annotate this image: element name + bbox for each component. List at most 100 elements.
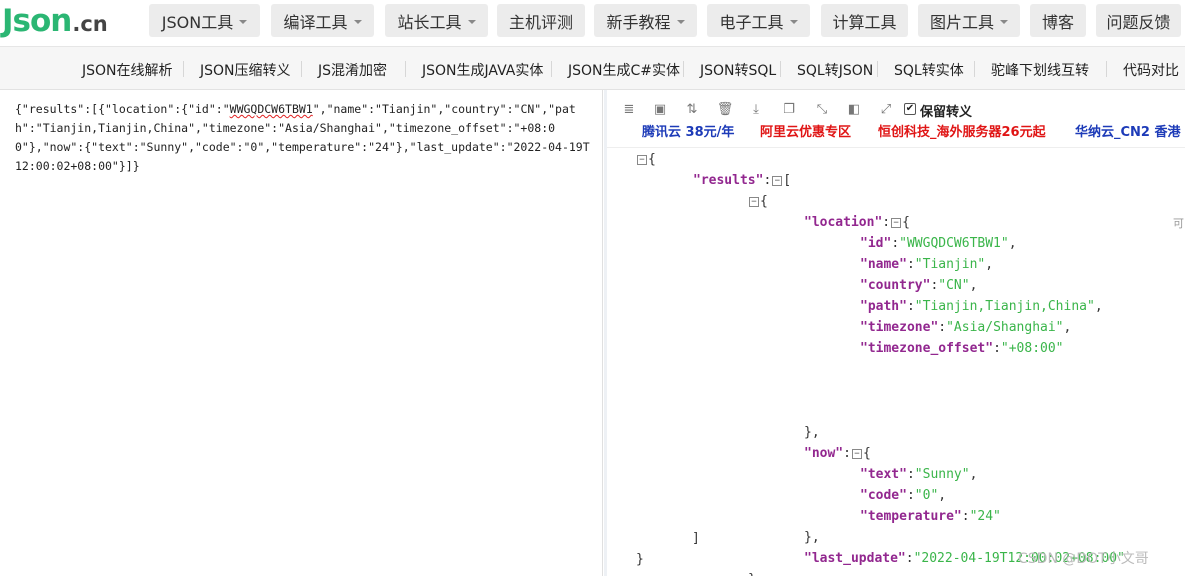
tree-key: "now" <box>804 446 844 461</box>
tree-line: }, <box>804 530 820 545</box>
subnav-link[interactable]: JSON转SQL <box>700 60 776 80</box>
subnav-separator <box>877 61 878 77</box>
preserve-escape-checkbox[interactable]: ✔ <box>904 103 916 115</box>
raw-json-part: {"results":[{"location":{"id":" <box>15 102 230 116</box>
nav-button-label: 问题反馈 <box>1106 12 1171 32</box>
tree-line: "code":"0", <box>860 488 947 503</box>
tree-line: "location": −{ <box>804 215 910 230</box>
nav-button[interactable]: 站长工具 <box>385 4 488 37</box>
nav-button-label: 计算工具 <box>832 12 897 32</box>
collapse-toggle-icon[interactable]: − <box>772 175 783 186</box>
raw-json-spellcheck-word: WWGQDCW6TBW1 <box>229 102 313 116</box>
csdn-watermark: CSDN @DOT小文哥 <box>1018 551 1149 567</box>
clipped-edge-text: 可 <box>1173 217 1184 230</box>
expand-icon[interactable]: ⤢ <box>878 101 894 117</box>
ad-link[interactable]: 华纳云_CN2 香港 <box>1075 121 1181 140</box>
subnav-link[interactable]: JSON在线解析 <box>82 60 173 80</box>
site-logo[interactable]: Json .cn <box>2 3 108 39</box>
logo-suffix-text: .cn <box>72 12 108 36</box>
tree-value: "0" <box>914 488 939 503</box>
tree-value: "Tianjin" <box>914 257 986 272</box>
collapse-toggle-icon[interactable]: − <box>749 196 759 207</box>
tree-toolbar: ≣ ▣ ⇅ 🗑 ⤓ ❐ ⤡ ◧ ⤢ ✔ 保留转义 腾讯云 38元/年 阿里云优惠专区 恒创科技_海外… <box>607 90 1185 148</box>
json-input-editor[interactable]: {"results":[{"location":{"id":"WWGQDCW6T… <box>0 90 603 576</box>
ad-link[interactable]: 腾讯云 38元/年 <box>642 121 734 140</box>
tree-line: "name":"Tianjin", <box>860 257 994 272</box>
collapse-toggle-icon[interactable]: − <box>637 154 647 165</box>
nav-button[interactable]: JSON工具 <box>149 4 260 37</box>
subnav-separator <box>405 61 406 77</box>
ad-link[interactable]: 阿里云优惠专区 <box>760 121 851 140</box>
tree-line: } <box>636 552 644 567</box>
subnav-separator <box>780 61 781 77</box>
caret-down-icon <box>467 19 476 24</box>
tree-key: "last_update" <box>804 551 906 566</box>
tree-line: −{ <box>748 192 768 212</box>
nav-button[interactable]: 问题反馈 <box>1096 4 1181 37</box>
nav-button-label: 主机评测 <box>508 12 573 32</box>
raw-json-text[interactable]: {"results":[{"location":{"id":"WWGQDCW6T… <box>15 100 595 176</box>
nav-button[interactable]: 新手教程 <box>594 4 697 37</box>
tree-key: "text" <box>860 467 907 482</box>
tree-key: "name" <box>860 257 907 272</box>
subnav-link[interactable]: SQL转实体 <box>894 60 964 80</box>
tree-value: "WWGQDCW6TBW1" <box>899 236 1009 251</box>
download-icon[interactable]: ⤓ <box>748 101 764 117</box>
nav-button-label: 编译工具 <box>283 12 348 32</box>
top-navbar: Json .cn JSON工具 编译工具 站长工具 主机评测 新手教程 电子工具 计算工具 图片… <box>0 0 1185 46</box>
trash-icon[interactable]: 🗑 <box>717 101 734 117</box>
subnav-link[interactable]: JSON压缩转义 <box>200 60 291 80</box>
tree-value: "+08:00" <box>1000 341 1064 356</box>
caret-down-icon <box>353 19 362 24</box>
tree-key: "code" <box>860 488 907 503</box>
logo-main-text: Json <box>2 3 72 39</box>
tree-key: "timezone_offset" <box>860 341 994 356</box>
subnav-link[interactable]: JSON生成JAVA实体 <box>422 60 543 80</box>
nav-button[interactable]: 编译工具 <box>271 4 374 37</box>
copy-icon[interactable]: ❐ <box>781 101 797 117</box>
nav-button[interactable]: 图片工具 <box>918 4 1020 37</box>
nav-button[interactable]: 博客 <box>1030 4 1086 37</box>
subnav-link[interactable]: 代码对比 <box>1123 60 1179 80</box>
tree-value: "CN" <box>938 278 970 293</box>
preserve-escape-label[interactable]: 保留转义 <box>920 101 972 120</box>
tree-line: −{ <box>636 150 656 170</box>
collapse-toggle-icon[interactable]: − <box>891 217 902 228</box>
subnav-separator <box>974 61 975 77</box>
tree-line: "path":"Tianjin,Tianjin,China", <box>860 299 1103 314</box>
caret-down-icon <box>1000 19 1008 24</box>
nav-button[interactable]: 主机评测 <box>497 4 585 37</box>
subnav-separator <box>1106 61 1107 77</box>
tree-key: "path" <box>860 299 907 314</box>
tree-line: "timezone":"Asia/Shanghai", <box>860 320 1072 335</box>
nav-button-label: 新手教程 <box>606 12 671 32</box>
subnav-link[interactable]: JS混淆加密 <box>318 60 387 80</box>
collapse-toggle-icon[interactable]: − <box>851 448 862 459</box>
tree-key: "location" <box>804 215 883 230</box>
tree-line: "id":"WWGQDCW6TBW1", <box>860 236 1017 251</box>
excel-icon[interactable]: ▣ <box>652 101 668 117</box>
subnav-separator <box>301 61 302 77</box>
ad-link[interactable]: 恒创科技_海外服务器26元起 <box>878 121 1046 140</box>
subnav-separator <box>183 61 184 77</box>
compress-icon[interactable]: ◧ <box>846 101 862 117</box>
tree-line: "timezone_offset":"+08:00" <box>860 341 1064 356</box>
nav-button[interactable]: 电子工具 <box>707 4 810 37</box>
collapse-icon[interactable]: ⤡ <box>814 101 830 117</box>
tree-key: "id" <box>860 236 892 251</box>
subnav-link[interactable]: JSON生成C#实体 <box>568 60 680 80</box>
tool-subnav: JSON在线解析 JSON压缩转义 JS混淆加密 JSON生成JAVA实体 JSON生成… <box>0 46 1185 90</box>
database-icon[interactable]: ≣ <box>621 101 637 117</box>
caret-down-icon <box>789 19 798 24</box>
tree-line: "temperature":"24" <box>860 509 1001 524</box>
nav-button[interactable]: 计算工具 <box>821 4 908 37</box>
subnav-link[interactable]: 驼峰下划线互转 <box>991 60 1089 80</box>
json-tree-view: ≣ ▣ ⇅ 🗑 ⤓ ❐ ⤡ ◧ ⤢ ✔ 保留转义 腾讯云 38元/年 阿里云优惠专区 恒创科技_海外… <box>607 90 1185 576</box>
tree-key: "results" <box>693 173 764 188</box>
sort-icon[interactable]: ⇅ <box>684 101 700 117</box>
tree-key: "timezone" <box>860 320 939 335</box>
nav-button-label: 图片工具 <box>929 12 994 32</box>
tree-line: ] <box>692 531 700 546</box>
subnav-link[interactable]: SQL转JSON <box>797 60 873 80</box>
subnav-separator <box>551 61 552 77</box>
